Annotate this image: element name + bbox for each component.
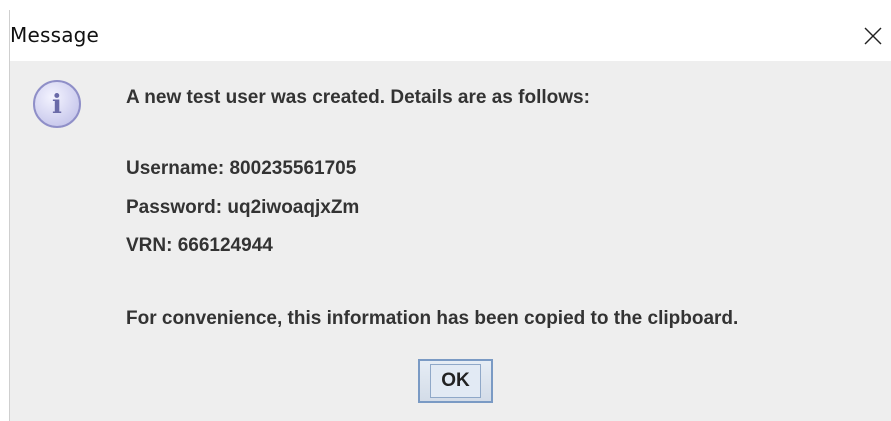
- message-intro: A new test user was created. Details are…: [126, 87, 590, 108]
- message-dialog: Message i A new test user was created. D…: [9, 10, 891, 421]
- message-username: Username: 800235561705: [126, 158, 357, 179]
- title-bar[interactable]: Message: [10, 10, 891, 61]
- info-icon: i: [33, 80, 81, 128]
- close-icon: [864, 27, 882, 44]
- message-password: Password: uq2iwoaqjxZm: [126, 197, 360, 218]
- dialog-content: i A new test user was created. Details a…: [10, 61, 891, 421]
- dialog-title: Message: [10, 23, 100, 47]
- message-vrn: VRN: 666124944: [126, 235, 273, 256]
- ok-button-label: OK: [430, 364, 481, 398]
- close-button[interactable]: [845, 10, 891, 61]
- message-footer: For convenience, this information has be…: [126, 308, 739, 329]
- info-icon-glyph: i: [52, 90, 62, 120]
- ok-button[interactable]: OK: [418, 359, 493, 403]
